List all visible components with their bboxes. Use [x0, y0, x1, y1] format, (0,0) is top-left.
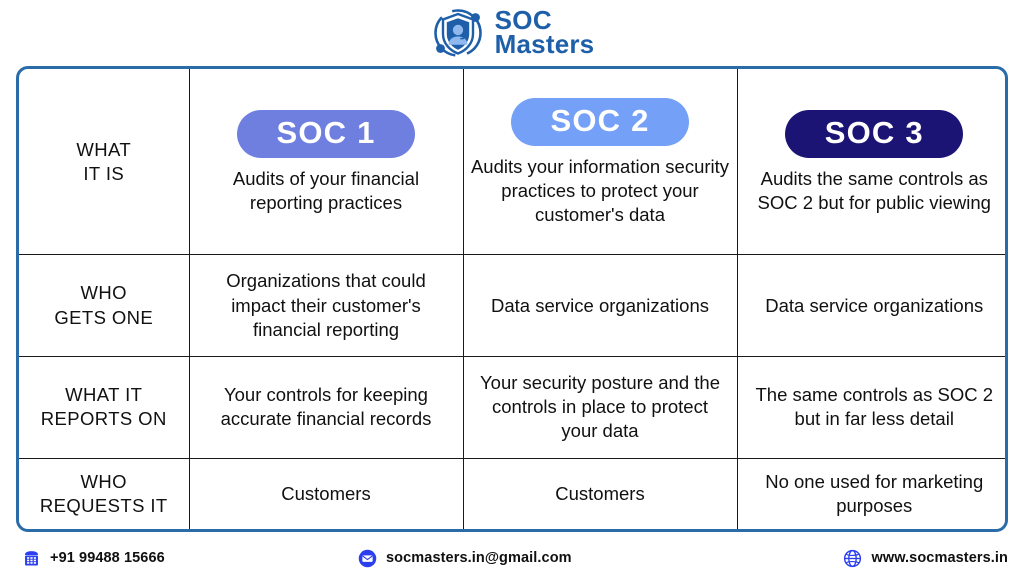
cell-soc3-what-it-is: SOC 3 Audits the same controls as SOC 2 … [736, 69, 1005, 256]
row-label-line1: WHAT [76, 138, 132, 160]
cell-text: Audits of your financial reporting pract… [232, 168, 420, 214]
contact-website[interactable]: www.socmasters.in [843, 549, 1008, 568]
row-label-line2: IT IS [83, 162, 125, 184]
cell-text: Audits the same controls as SOC 2 but fo… [757, 168, 991, 214]
cell-soc1-what-it-is: SOC 1 Audits of your financial reporting… [188, 69, 464, 256]
row-label-what-it-reports-on: WHAT IT REPORTS ON [19, 355, 190, 459]
row-label-line2: GETS ONE [54, 306, 154, 328]
cell-soc3-who-requests-it: No one used for marketing purposes [736, 457, 1005, 529]
row-label-who-requests-it: WHO REQUESTS IT [19, 457, 190, 529]
telephone-icon [25, 550, 38, 566]
cell-soc2-what-it-is: SOC 2 Audits your information security p… [462, 69, 738, 256]
table-row: WHO REQUESTS IT Customers Customers No o… [19, 457, 1005, 529]
soc-comparison-table: WHAT IT IS SOC 1 Audits of your financia… [16, 66, 1008, 532]
contact-phone-text: +91 99488 15666 [50, 550, 165, 566]
table-row: WHO GETS ONE Organizations that could im… [19, 254, 1005, 357]
contact-website-text: www.socmasters.in [871, 550, 1008, 566]
cell-soc3-who-gets-one: Data service organizations [736, 254, 1005, 357]
brand-logo: SOC Masters [0, 0, 1024, 66]
contact-email[interactable]: socmasters.in@gmail.com [358, 549, 572, 568]
row-label-line2: REPORTS ON [40, 408, 167, 430]
cell-text: Audits your information security practic… [470, 156, 730, 226]
contact-phone[interactable]: +91 99488 15666 [22, 549, 165, 568]
cell-soc1-who-requests-it: Customers [188, 457, 464, 529]
globe-icon [844, 549, 862, 567]
row-label-what-it-is: WHAT IT IS [19, 69, 190, 256]
cell-soc3-what-it-reports-on: The same controls as SOC 2 but in far le… [736, 355, 1005, 459]
cell-soc2-who-gets-one: Data service organizations [462, 254, 738, 357]
contact-email-text: socmasters.in@gmail.com [386, 550, 572, 566]
row-label-line1: WHAT IT [65, 384, 143, 406]
cell-soc2-who-requests-it: Customers [462, 457, 738, 529]
column-header-soc2: SOC 2 [511, 97, 689, 147]
column-header-soc1: SOC 1 [237, 109, 415, 159]
envelope-icon [358, 549, 377, 567]
row-label-line2: REQUESTS IT [39, 494, 168, 516]
row-label-line1: WHO [80, 470, 127, 492]
cell-soc1-what-it-reports-on: Your controls for keeping accurate finan… [188, 355, 464, 459]
table-row: WHAT IT IS SOC 1 Audits of your financia… [19, 69, 1005, 256]
cell-soc2-what-it-reports-on: Your security posture and the controls i… [462, 355, 738, 459]
contact-footer: +91 99488 15666 socmasters.in@gmail.com … [0, 540, 1024, 576]
row-label-who-gets-one: WHO GETS ONE [19, 254, 190, 357]
table-row: WHAT IT REPORTS ON Your controls for kee… [19, 355, 1005, 459]
brand-name: SOC Masters [494, 7, 595, 59]
row-label-line1: WHO [80, 282, 127, 304]
soc-comparison-infographic: SOC Masters WHAT IT IS SOC 1 Audits of y… [0, 0, 1024, 576]
brand-name-line2: Masters [494, 29, 595, 59]
shield-agent-icon [433, 9, 482, 57]
column-header-soc3: SOC 3 [785, 109, 964, 159]
cell-soc1-who-gets-one: Organizations that could impact their cu… [188, 254, 464, 357]
